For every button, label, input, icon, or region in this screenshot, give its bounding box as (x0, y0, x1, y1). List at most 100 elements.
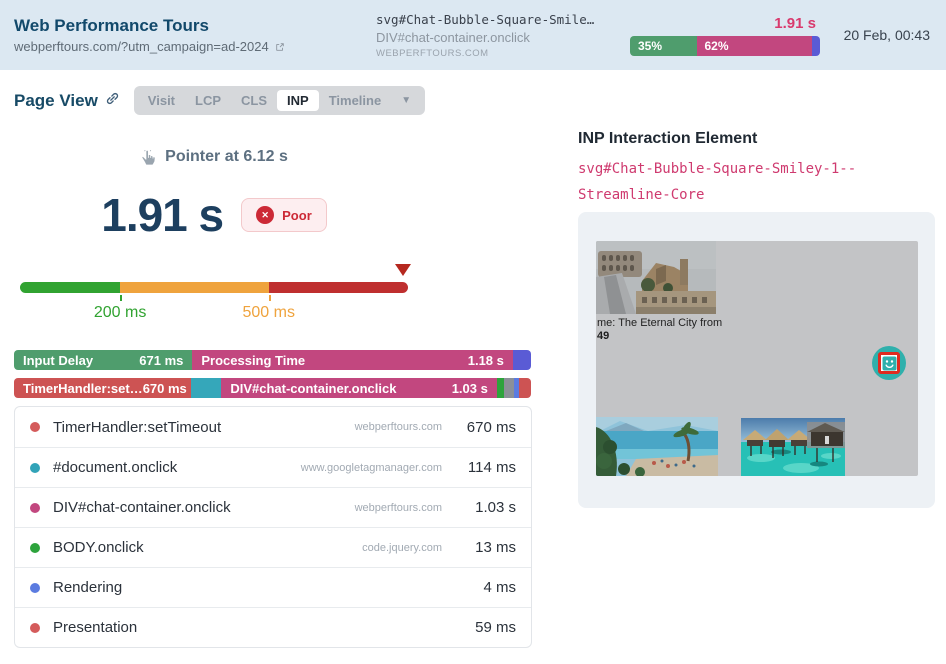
threshold-scale-bar (20, 282, 408, 293)
link-icon[interactable] (105, 91, 120, 111)
table-row[interactable]: Rendering 4 ms (15, 567, 531, 607)
tab-cls[interactable]: CLS (231, 90, 277, 111)
page-view-heading: Page View (14, 91, 120, 111)
cross-circle-icon: ✕ (256, 206, 274, 224)
header-inp-bar: 35% 62% (630, 36, 820, 56)
row-value: 670 ms (442, 419, 516, 436)
page-header: Web Performance Tours webperftours.com/?… (0, 0, 946, 70)
segment-value: 1.03 s (452, 381, 488, 396)
poor-threshold-label: 500 ms (242, 304, 294, 322)
site-info: Web Performance Tours webperftours.com/?… (14, 16, 376, 54)
segment-label: Input Delay (23, 353, 93, 368)
element-domain-text: WEBPERFTOURS.COM (376, 48, 618, 59)
header-bar-segment (812, 36, 820, 56)
script-segment-body-onclick[interactable] (497, 378, 504, 398)
table-row[interactable]: DIV#chat-container.onclick webperftours.… (15, 487, 531, 527)
element-screenshot-card: me: The Eternal City from 49 (578, 212, 935, 508)
inp-element-panel: INP Interaction Element svg#Chat-Bubble-… (578, 86, 935, 648)
row-name: BODY.onclick (53, 539, 144, 556)
row-value: 13 ms (442, 539, 516, 556)
row-domain: webperftours.com (355, 502, 442, 514)
row-name: #document.onclick (53, 459, 177, 476)
table-row[interactable]: #document.onclick www.googletagmanager.c… (15, 447, 531, 487)
table-row[interactable]: Presentation 59 ms (15, 607, 531, 647)
good-threshold-tick (120, 295, 122, 301)
inp-element-highlight (878, 352, 900, 374)
chevron-down-icon[interactable]: ▼ (391, 95, 421, 106)
table-row[interactable]: TimerHandler:setTimeout webperftours.com… (15, 407, 531, 447)
caption-line-2: 49 (597, 330, 722, 343)
rome-photo (596, 241, 716, 314)
script-segment-presentation[interactable] (519, 378, 531, 398)
site-url[interactable]: webperftours.com/?utm_campaign=ad-2024 (14, 39, 376, 54)
external-link-icon[interactable] (274, 41, 286, 53)
view-tabs: Visit LCP CLS INP Timeline ▼ (134, 86, 425, 115)
legend-dot (30, 503, 40, 513)
header-bar-segment: 35% (630, 36, 697, 56)
header-inp-value: 1.91 s (630, 15, 820, 32)
site-url-text: webperftours.com/?utm_campaign=ad-2024 (14, 39, 269, 54)
tab-lcp[interactable]: LCP (185, 90, 231, 111)
segment-value: 670 ms (143, 381, 187, 396)
row-name: DIV#chat-container.onclick (53, 499, 231, 516)
scale-needs-improvement-segment (120, 282, 269, 293)
phase-segment-input-delay[interactable]: Input Delay 671 ms (14, 350, 192, 370)
site-title: Web Performance Tours (14, 16, 376, 36)
lagoon-photo (741, 418, 845, 476)
row-name: Rendering (53, 579, 122, 596)
scale-good-segment (20, 282, 120, 293)
legend-dot (30, 543, 40, 553)
interaction-type: Pointer at 6.12 s (20, 148, 408, 166)
row-domain: www.googletagmanager.com (301, 462, 442, 474)
row-name: Presentation (53, 619, 137, 636)
rating-label: Poor (282, 208, 312, 223)
script-segment-document-onclick[interactable] (191, 378, 221, 398)
table-row[interactable]: BODY.onclick code.jquery.com 13 ms (15, 527, 531, 567)
breakdown-table: TimerHandler:setTimeout webperftours.com… (14, 406, 532, 648)
rating-badge: ✕ Poor (241, 198, 327, 232)
script-bar: TimerHandler:set… 670 ms DIV#chat-contai… (14, 378, 531, 398)
tab-timeline[interactable]: Timeline (319, 90, 392, 111)
chat-bubble-smiley-icon (872, 346, 906, 380)
segment-value: 671 ms (139, 353, 183, 368)
pointer-icon (140, 149, 157, 166)
beach-photo (596, 417, 718, 476)
inp-detail-section: Page View Visit LCP CLS INP Timeline (14, 86, 532, 648)
legend-dot (30, 463, 40, 473)
row-value: 59 ms (442, 619, 516, 636)
app-window: Web Performance Tours webperftours.com/?… (0, 0, 946, 664)
legend-dot (30, 583, 40, 593)
metric-row: 1.91 s ✕ Poor (20, 188, 408, 242)
phase-bar: Input Delay 671 ms Processing Time 1.18 … (14, 350, 531, 370)
row-name: TimerHandler:setTimeout (53, 419, 221, 436)
header-inp-metric: 1.91 s 35% 62% (630, 15, 820, 56)
interaction-label: Pointer at 6.12 s (165, 148, 288, 166)
page-view-label: Page View (14, 91, 98, 111)
segment-label: Processing Time (201, 353, 305, 368)
scale-poor-segment (269, 282, 408, 293)
element-handler-text: DIV#chat-container.onclick (376, 30, 618, 45)
phase-segment-processing-time[interactable]: Processing Time 1.18 s (192, 350, 513, 370)
tab-visit[interactable]: Visit (138, 90, 185, 111)
segment-label: DIV#chat-container.onclick (230, 381, 396, 396)
caption-line-1: me: The Eternal City from (597, 317, 722, 330)
phase-segment-presentation-delay[interactable] (513, 350, 531, 370)
segment-label: TimerHandler:set… (23, 381, 143, 396)
row-value: 1.03 s (442, 499, 516, 516)
script-segment-other[interactable] (504, 378, 514, 398)
row-domain: code.jquery.com (362, 542, 442, 554)
poor-threshold-tick (269, 295, 271, 301)
timestamp: 20 Feb, 00:43 (844, 27, 930, 43)
script-segment-chat-container[interactable]: DIV#chat-container.onclick 1.03 s (221, 378, 497, 398)
toolbar: Page View Visit LCP CLS INP Timeline (14, 86, 532, 115)
segment-value: 1.18 s (468, 353, 504, 368)
phase-bars: Input Delay 671 ms Processing Time 1.18 … (14, 350, 532, 398)
legend-dot (30, 623, 40, 633)
interaction-element-summary: svg#Chat-Bubble-Square-Smile… DIV#chat-c… (376, 12, 618, 59)
screenshot-caption: me: The Eternal City from 49 (597, 317, 722, 343)
tab-inp[interactable]: INP (277, 90, 319, 111)
script-segment-timerhandler[interactable]: TimerHandler:set… 670 ms (14, 378, 191, 398)
row-domain: webperftours.com (355, 421, 442, 433)
element-screenshot: me: The Eternal City from 49 (596, 241, 918, 476)
row-value: 4 ms (442, 579, 516, 596)
